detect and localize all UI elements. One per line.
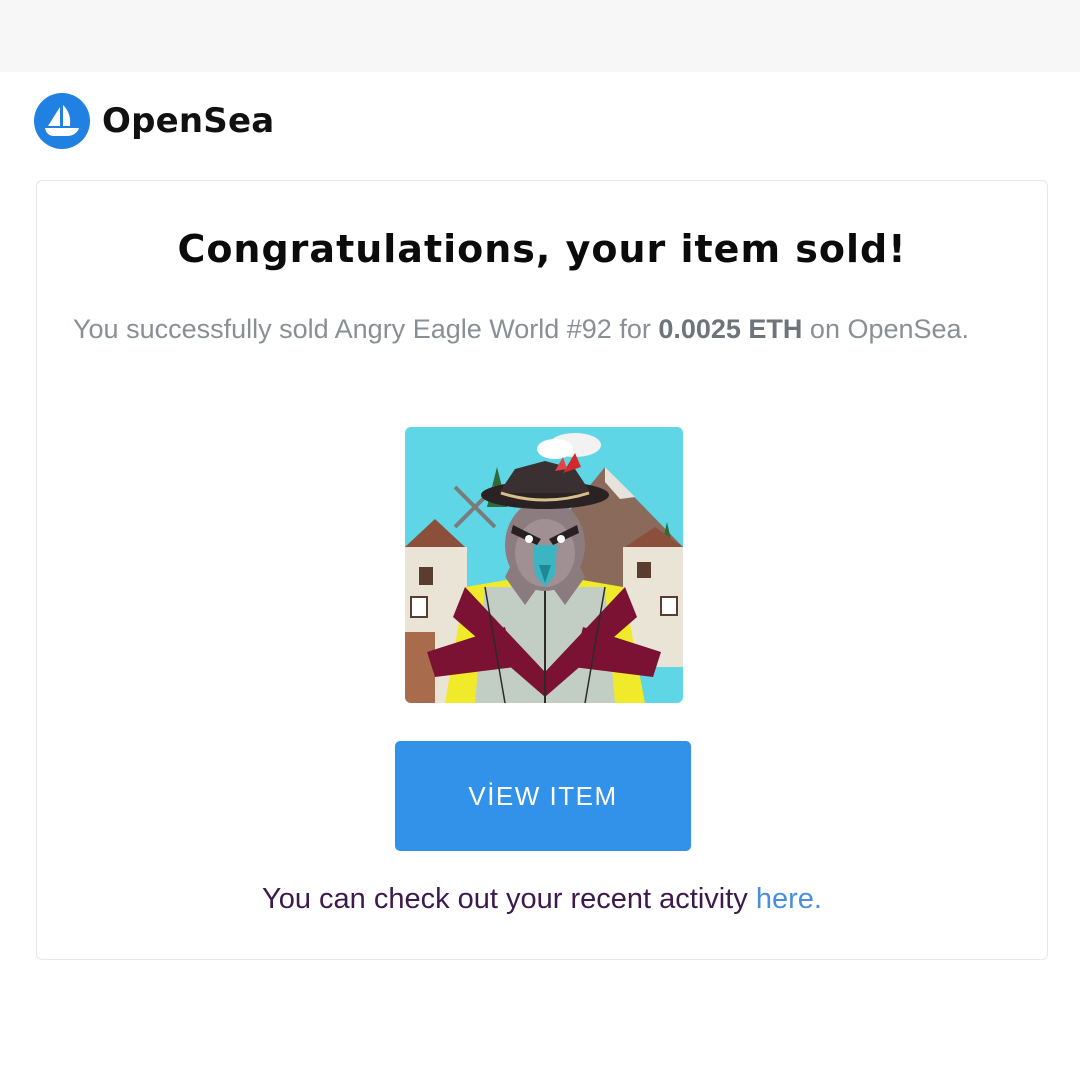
sale-message-suffix: on OpenSea. — [802, 314, 970, 344]
top-band — [0, 0, 1080, 72]
recent-activity-text: You can check out your recent activity — [262, 883, 756, 915]
sale-message: You successfully sold Angry Eagle World … — [73, 309, 973, 349]
recent-activity-note: You can check out your recent activity h… — [37, 883, 1047, 916]
recent-activity-period: . — [813, 883, 822, 915]
sale-price: 0.0025 ETH — [658, 314, 803, 344]
email-title: Congratulations, your item sold! — [177, 227, 907, 271]
opensea-logo-icon[interactable] — [34, 93, 90, 149]
brand-name[interactable]: OpenSea — [102, 101, 274, 141]
angry-eagle-nft-image[interactable] — [405, 427, 683, 703]
recent-activity-link[interactable]: here — [756, 883, 814, 915]
email-header: OpenSea — [34, 92, 274, 150]
view-item-button[interactable]: VİEW ITEM — [395, 741, 691, 851]
notification-card: Congratulations, your item sold! You suc… — [36, 180, 1048, 960]
sale-message-prefix: You successfully sold Angry Eagle World … — [73, 314, 659, 344]
